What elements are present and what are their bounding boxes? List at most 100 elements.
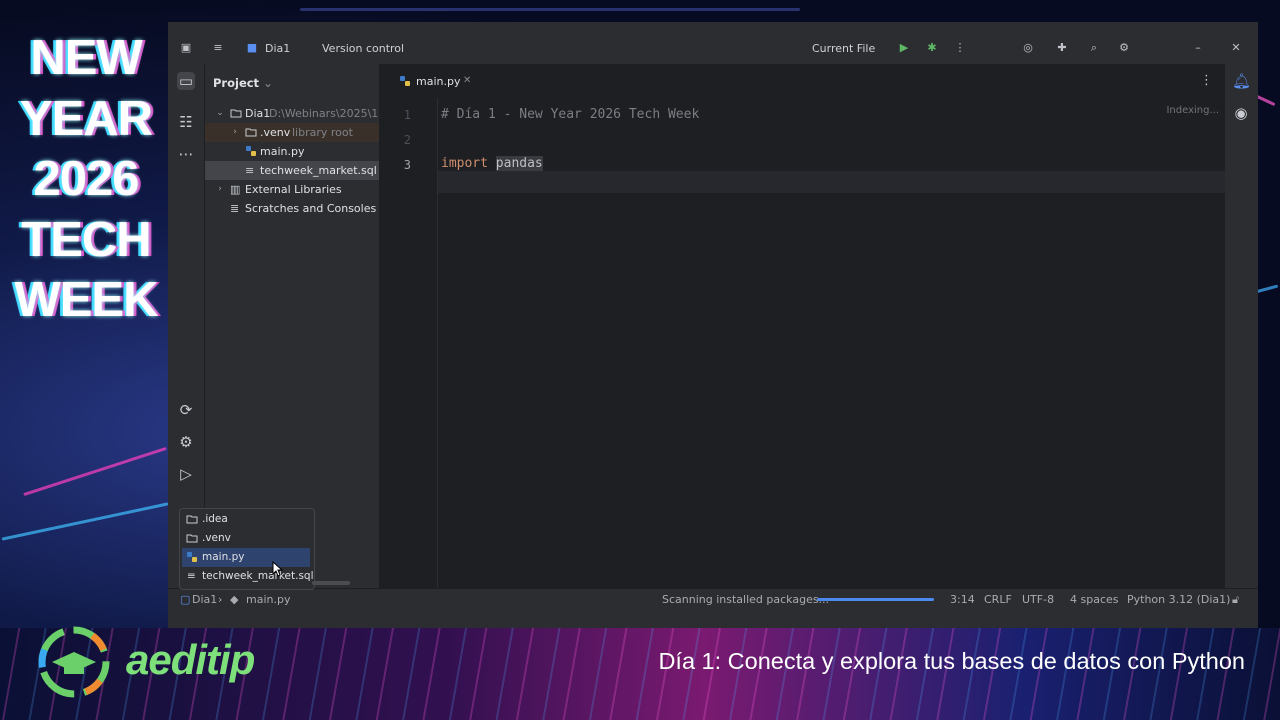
line-number: 2 — [403, 133, 411, 147]
tree-item-hint: library root — [292, 126, 353, 139]
popup-item-label: main.py — [202, 551, 245, 563]
promo-title-line: TECH — [21, 212, 151, 267]
project-switcher[interactable]: Dia1 — [265, 42, 290, 55]
popup-item-techweek-sql[interactable]: ≡ techweek_market.sql — [182, 567, 314, 586]
expand-arrow-icon[interactable]: › — [215, 180, 225, 199]
file-encoding[interactable]: UTF-8 — [1022, 593, 1054, 606]
project-panel-title: Project — [213, 76, 260, 90]
folder-icon — [186, 534, 198, 543]
right-tool-strip: 🔔︎ ◉ — [1225, 64, 1258, 610]
python-file-icon — [246, 146, 256, 156]
tree-item-main-py[interactable]: main.py — [205, 142, 379, 161]
expand-arrow-icon[interactable]: ⌄ — [215, 104, 225, 123]
popup-item-label: .idea — [202, 513, 228, 525]
navigation-popup: .idea .venv main.py ≡ techweek_market.sq… — [179, 508, 315, 590]
task-progress-bar — [817, 598, 934, 601]
main-menu-icon[interactable]: ≡ — [212, 42, 224, 54]
tree-item-scratches[interactable]: ≣ Scratches and Consoles — [205, 199, 379, 218]
popup-item-label: .venv — [202, 532, 231, 544]
close-window-icon[interactable]: ✕ — [1230, 42, 1242, 54]
scratches-icon: ≣ — [230, 202, 240, 215]
chevron-down-icon: ⌄ — [263, 76, 273, 90]
sql-file-icon: ≡ — [245, 164, 255, 177]
sql-file-icon: ≡ — [187, 570, 196, 582]
mouse-cursor-icon — [272, 561, 284, 577]
line-number-gutter: 1 2 3 — [379, 98, 438, 610]
popup-item-label: techweek_market.sql — [202, 570, 314, 582]
folder-icon — [245, 128, 257, 137]
code-line-comment: # Día 1 - New Year 2026 Tech Week — [441, 107, 700, 122]
interpreter-selector[interactable]: Python 3.12 (Dia1) — [1127, 593, 1230, 606]
ai-assistant-icon[interactable]: ◉ — [1232, 104, 1250, 122]
status-bar: ▢ Dia1 › ◆ main.py Scanning installed pa… — [168, 588, 1258, 611]
tree-item-label: main.py — [260, 145, 305, 158]
brand-name: aeditip — [126, 636, 255, 683]
tab-main-py[interactable]: main.py ✕ — [389, 64, 471, 100]
run-config-select[interactable]: Current File — [812, 42, 875, 55]
breadcrumb-root[interactable]: Dia1 — [192, 593, 217, 606]
line-ending[interactable]: CRLF — [984, 593, 1012, 606]
breadcrumb-file[interactable]: main.py — [246, 593, 290, 606]
code-line-import: import pandas — [441, 156, 543, 171]
project-icon: ■ — [246, 41, 258, 54]
window-bottom-edge — [168, 610, 1258, 628]
popup-item-main-py[interactable]: main.py — [182, 548, 310, 567]
promo-title-line: 2026 — [33, 152, 139, 206]
folder-icon — [186, 515, 198, 524]
line-number: 3 — [403, 158, 411, 172]
editor-tab-bar: main.py ✕ ⋮ — [379, 64, 1225, 100]
python-file-icon: ◆ — [230, 593, 239, 606]
indexing-indicator: Indexing... — [1166, 105, 1219, 116]
popup-item-idea[interactable]: .idea — [182, 510, 310, 529]
promo-title-line: YEAR — [19, 91, 153, 146]
run-icon[interactable]: ▶ — [898, 42, 910, 54]
more-tools-icon[interactable]: ⋯ — [177, 145, 195, 163]
expand-arrow-icon[interactable]: › — [230, 123, 240, 142]
tree-item-external-libraries[interactable]: › ▥ External Libraries — [205, 180, 379, 199]
code-with-me-icon[interactable]: ◎ — [1022, 42, 1034, 54]
tree-item-label: External Libraries — [245, 183, 342, 196]
python-console-icon[interactable]: ⚙ — [177, 433, 195, 451]
lock-icon[interactable]: 🔓︎ — [1232, 593, 1239, 607]
tree-item-label: Scratches and Consoles — [245, 202, 377, 215]
search-icon[interactable]: ⌕ — [1088, 42, 1100, 54]
settings-gear-icon[interactable]: ⚙ — [1118, 42, 1130, 54]
indent-setting[interactable]: 4 spaces — [1070, 593, 1119, 606]
tree-item-label: techweek_market.sql — [260, 164, 377, 177]
python-packages-icon[interactable]: ⟳ — [177, 401, 195, 419]
notifications-bell-icon[interactable]: 🔔︎ — [1232, 72, 1251, 90]
more-actions-icon[interactable]: ⋮ — [954, 42, 966, 54]
code-keyword: import — [441, 156, 488, 171]
structure-icon[interactable]: ☷ — [177, 113, 195, 131]
vcs-menu[interactable]: Version control — [322, 42, 404, 55]
add-user-icon[interactable]: ✚ — [1056, 42, 1068, 54]
project-folder-icon[interactable]: ▭ — [177, 72, 195, 90]
services-icon[interactable]: ▷ — [177, 465, 195, 483]
minimize-icon[interactable]: – — [1192, 42, 1204, 54]
library-icon: ▥ — [230, 183, 241, 196]
breadcrumb-separator-icon: › — [218, 593, 223, 606]
background-task[interactable]: Scanning installed packages... — [662, 593, 829, 606]
tab-options-icon[interactable]: ⋮ — [1200, 73, 1213, 88]
ide-window: ▣ ≡ ■ Dia1 Version control Current File … — [168, 22, 1258, 628]
code-editor[interactable]: # Día 1 - New Year 2026 Tech Week import… — [438, 98, 1225, 610]
horizontal-scrollbar[interactable] — [312, 581, 350, 585]
tree-item-label: .venv — [260, 126, 291, 139]
promo-title-line: WEEK — [14, 273, 159, 327]
module-icon: ▢ — [180, 593, 191, 606]
tree-item-path: D:\Webinars\2025\12\ — [269, 107, 379, 120]
tab-close-icon[interactable]: ✕ — [463, 75, 471, 86]
python-file-icon — [400, 76, 410, 86]
tree-item-techweek-sql[interactable]: ≡ techweek_market.sql — [205, 161, 379, 180]
popup-item-venv[interactable]: .venv — [182, 529, 310, 548]
tree-item-dia1[interactable]: ⌄ Dia1 D:\Webinars\2025\12\ — [205, 104, 379, 123]
tree-item-venv[interactable]: › .venv library root — [205, 123, 379, 142]
debug-icon[interactable]: ✱ — [926, 42, 938, 54]
project-panel-header[interactable]: Project ⌄ — [213, 76, 273, 90]
caret-position[interactable]: 3:14 — [950, 593, 975, 606]
code-identifier: pandas — [495, 156, 543, 171]
title-bar: ▣ ≡ ■ Dia1 Version control Current File … — [168, 22, 1258, 64]
progress-fill — [817, 598, 934, 601]
tab-label: main.py — [416, 75, 461, 88]
folder-icon — [230, 109, 242, 118]
